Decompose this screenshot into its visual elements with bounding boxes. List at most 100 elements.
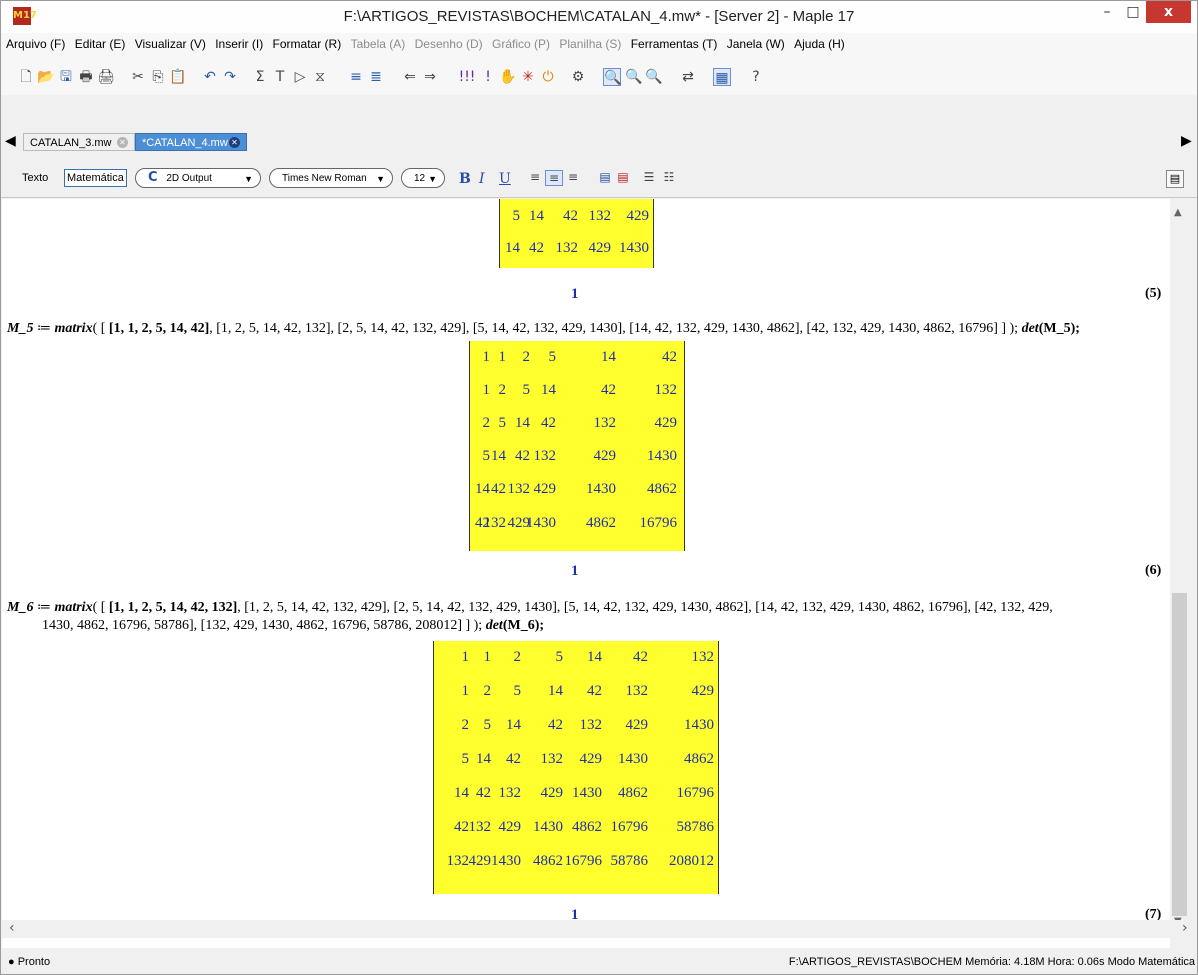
maximize-button[interactable]: □ (1120, 1, 1146, 23)
menu-inserir[interactable]: Inserir (I) (212, 33, 266, 51)
text-color-icon[interactable]: ▤ (597, 170, 613, 184)
menu-arquivo[interactable]: Arquivo (F) (1, 33, 68, 51)
matrix-cell: 16796 (610, 819, 649, 835)
scroll-left-icon[interactable]: ‹ (9, 920, 15, 936)
matrix-cell: 429 (626, 208, 650, 224)
matrix-cell: 42 (541, 415, 556, 431)
help-icon[interactable]: ? (747, 68, 765, 86)
style-c-icon: C (148, 170, 158, 185)
command-m6-line2[interactable]: 1430, 4862, 16796, 58786], [132, 429, 14… (42, 618, 544, 634)
math-mode-button[interactable]: Matemática (64, 169, 127, 187)
font-size-dropdown[interactable]: 12 ▼ (401, 168, 445, 188)
menu-planilha[interactable]: Planilha (S) (556, 33, 624, 51)
save-icon[interactable]: 🖫 (57, 68, 75, 86)
menu-janela[interactable]: Janela (W) (724, 33, 788, 51)
menu-desenho[interactable]: Desenho (D) (412, 33, 486, 51)
redo-icon[interactable]: ↷ (221, 68, 239, 86)
menu-ferramentas[interactable]: Ferramentas (T) (628, 33, 721, 51)
status-info: F:\ARTIGOS_REVISTAS\BOCHEM Memória: 4.18… (788, 956, 1195, 968)
bold-button[interactable]: B (459, 171, 471, 187)
new-document-icon[interactable]: 🗋 (17, 68, 35, 86)
open-icon[interactable]: 📂 (37, 68, 55, 86)
equation-label-5: (5) (1145, 286, 1162, 301)
cmd-m6-open: ( [ (92, 600, 109, 615)
align-left-icon[interactable]: ≡ (527, 170, 543, 184)
cmd-m6-first-row: [1, 1, 2, 5, 14, 42, 132] (108, 600, 238, 615)
debug-icon[interactable]: ✳ (519, 68, 537, 86)
matrix-cell: 4862 (586, 515, 616, 531)
tab-scroll-right-icon[interactable]: ▶ (1181, 133, 1192, 149)
restart-icon[interactable]: ⏻ (539, 68, 557, 86)
zoom-150-icon[interactable]: 🔍 (625, 68, 643, 86)
menu-bar: Arquivo (F) Editar (E) Visualizar (V) In… (1, 33, 1197, 55)
align-center-icon[interactable]: ≡ (545, 170, 563, 186)
paste-icon[interactable]: 📋 (169, 68, 187, 86)
scrollbar-thumb[interactable] (1172, 593, 1187, 916)
tab-catalan-4[interactable]: *CATALAN_4.mw ✕ (135, 133, 247, 151)
menu-editar[interactable]: Editar (E) (72, 33, 129, 51)
cmd-m6-assign: ≔ (33, 600, 55, 615)
scroll-right-icon[interactable]: › (1182, 920, 1188, 936)
command-m5[interactable]: M_5 ≔ matrix( [ [1, 1, 2, 5, 14, 42], [1… (7, 320, 1080, 337)
style-dropdown[interactable]: C 2D Output ▼ (135, 168, 261, 188)
close-tab-icon[interactable]: ✕ (117, 137, 128, 148)
vertical-scrollbar[interactable]: ▲ ▼ (1170, 199, 1189, 930)
math-input-icon[interactable]: Σ (251, 68, 269, 86)
outdent-icon[interactable]: ≣ (367, 68, 385, 86)
execute-all-icon[interactable]: !!! (455, 68, 479, 86)
bullet-list-icon[interactable]: ☰ (641, 170, 657, 184)
underline-button[interactable]: U (499, 171, 511, 187)
minimize-button[interactable]: – (1094, 1, 1120, 23)
properties-panel-icon[interactable]: ▤ (1166, 170, 1184, 188)
text-input-icon[interactable]: T (271, 68, 289, 86)
align-right-icon[interactable]: ≡ (565, 170, 581, 184)
zoom-200-icon[interactable]: 🔍 (645, 68, 663, 86)
matrix-cell: 4862 (684, 751, 714, 767)
menu-visualizar[interactable]: Visualizar (V) (132, 33, 209, 51)
cmd-m5-detarg: (M_5); (1038, 321, 1080, 336)
text-mode-button[interactable]: Texto (22, 172, 48, 184)
cmd-m5-first-row: [1, 1, 2, 5, 14, 42] (108, 321, 210, 336)
execution-group-icon[interactable]: ▷ (291, 68, 309, 86)
numbered-list-icon[interactable]: ☷ (661, 170, 677, 184)
menu-ajuda[interactable]: Ajuda (H) (791, 33, 848, 51)
menu-tabela[interactable]: Tabela (A) (348, 33, 409, 51)
zoom-100-icon[interactable]: 🔍 (603, 68, 621, 86)
help-palette-icon[interactable]: ▦ (713, 68, 731, 86)
print-icon[interactable]: 🖶 (77, 68, 95, 86)
close-button[interactable]: x (1146, 1, 1191, 23)
stop-icon[interactable]: ✋ (499, 68, 517, 86)
font-dropdown[interactable]: Times New Roman ▼ (269, 168, 393, 188)
toggle-icon[interactable]: ⇄ (679, 68, 697, 86)
equation-label-6: (6) (1145, 563, 1162, 578)
scroll-up-icon[interactable]: ▲ (1174, 207, 1182, 218)
chevron-down-icon: ▼ (244, 174, 253, 184)
worksheet[interactable]: 5 14 42 132 429 14 42 132 429 1430 1 (5) M_5 ≔ ma… (2, 199, 1170, 948)
horizontal-scrollbar[interactable]: ‹ › (2, 920, 1196, 938)
print-preview-icon[interactable]: 🖨 (97, 68, 115, 86)
matrix-cell: 429 (533, 481, 557, 497)
copy-icon[interactable]: ⎘ (149, 68, 167, 86)
command-m6[interactable]: M_6 ≔ matrix( [ [1, 1, 2, 5, 14, 42, 132… (7, 599, 1053, 616)
cmd-m6-line2: 1430, 4862, 16796, 58786], [132, 429, 14… (42, 618, 486, 633)
undo-icon[interactable]: ↶ (201, 68, 219, 86)
forward-icon[interactable]: ⇒ (421, 68, 439, 86)
matrix-cell: 1430 (684, 717, 714, 733)
menu-formatar[interactable]: Formatar (R) (270, 33, 345, 51)
highlight-color-icon[interactable]: ▤ (615, 170, 631, 184)
menu-grafico[interactable]: Gráfico (P) (489, 33, 553, 51)
options-icon[interactable]: ⚙ (569, 68, 587, 86)
matrix-cell: 5 (548, 349, 557, 365)
section-icon[interactable]: ⧖ (311, 68, 329, 86)
cmd-m5-func: matrix (54, 321, 93, 336)
indent-icon[interactable]: ≡ (347, 68, 365, 86)
back-icon[interactable]: ⇐ (401, 68, 419, 86)
italic-button[interactable]: I (479, 171, 485, 187)
cut-icon[interactable]: ✂ (129, 68, 147, 86)
matrix-4-partial: 5 14 42 132 429 14 42 132 429 1430 (499, 199, 654, 268)
matrix-cell: 429 (691, 683, 715, 699)
tab-catalan-3[interactable]: CATALAN_3.mw ✕ (23, 133, 135, 151)
execute-icon[interactable]: ! (479, 68, 497, 86)
tab-scroll-left-icon[interactable]: ◀ (5, 133, 16, 149)
close-tab-icon[interactable]: ✕ (229, 137, 240, 148)
